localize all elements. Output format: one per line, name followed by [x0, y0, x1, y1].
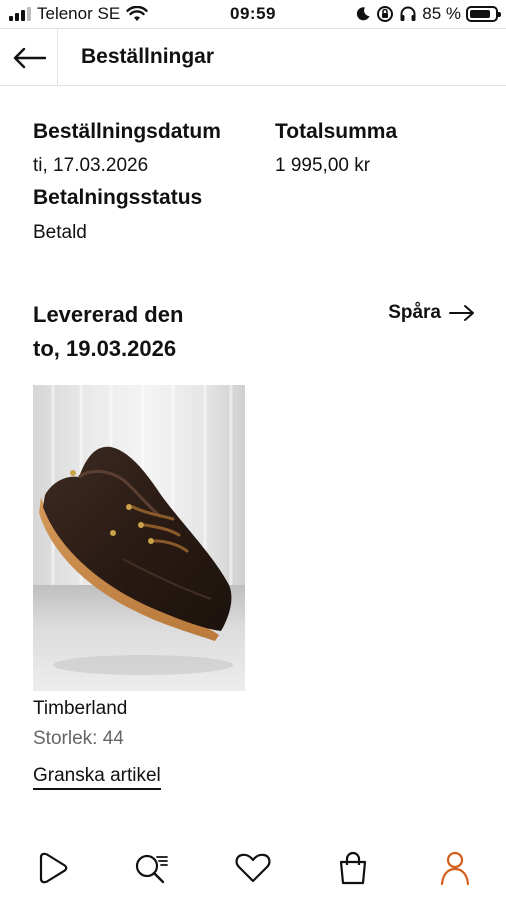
arrow-right-icon — [449, 305, 474, 321]
headphones-icon — [400, 6, 416, 21]
nav-wishlist[interactable] — [233, 848, 273, 888]
delivery-label: Levererad den — [33, 302, 184, 327]
play-icon — [39, 852, 68, 884]
bag-icon — [339, 851, 367, 885]
status-bar: Telenor SE 09:59 85 % — [0, 0, 506, 28]
product-size: Storlek: 44 — [33, 728, 124, 749]
delivery-info: Levererad den to, 19.03.2026 — [33, 298, 183, 366]
track-button[interactable]: Spåra — [388, 302, 475, 324]
profile-icon — [440, 851, 470, 886]
battery-icon — [466, 6, 501, 22]
total-label: Totalsumma — [275, 120, 398, 143]
track-label: Spåra — [388, 302, 441, 323]
review-item-link[interactable]: Granska artikel — [33, 765, 161, 790]
search-list-icon — [135, 854, 168, 884]
nav-home[interactable] — [32, 848, 72, 888]
payment-status-value: Betald — [33, 222, 87, 243]
delivery-date: to, 19.03.2026 — [33, 336, 177, 361]
status-right: 85 % — [355, 4, 501, 24]
order-date-label: Beställningsdatum — [33, 120, 221, 143]
heart-icon — [235, 853, 271, 883]
order-date-value: ti, 17.03.2026 — [33, 155, 149, 176]
page-title: Beställningar — [81, 45, 215, 68]
bottom-nav — [0, 840, 506, 900]
total-value: 1 995,00 kr — [275, 155, 371, 176]
shoe-image — [33, 385, 245, 691]
nav-bag[interactable] — [333, 848, 373, 888]
orientation-lock-icon — [377, 6, 394, 22]
nav-search[interactable] — [131, 848, 171, 888]
moon-icon — [357, 7, 370, 21]
product-image[interactable] — [33, 385, 245, 691]
nav-profile[interactable] — [435, 848, 475, 888]
back-button[interactable] — [0, 29, 58, 86]
payment-status-label: Betalningsstatus — [33, 186, 203, 209]
product-brand: Timberland — [33, 698, 128, 719]
battery-percent: 85 % — [422, 4, 461, 23]
header-bar: Beställningar — [0, 28, 506, 86]
arrow-left-icon — [13, 47, 46, 68]
